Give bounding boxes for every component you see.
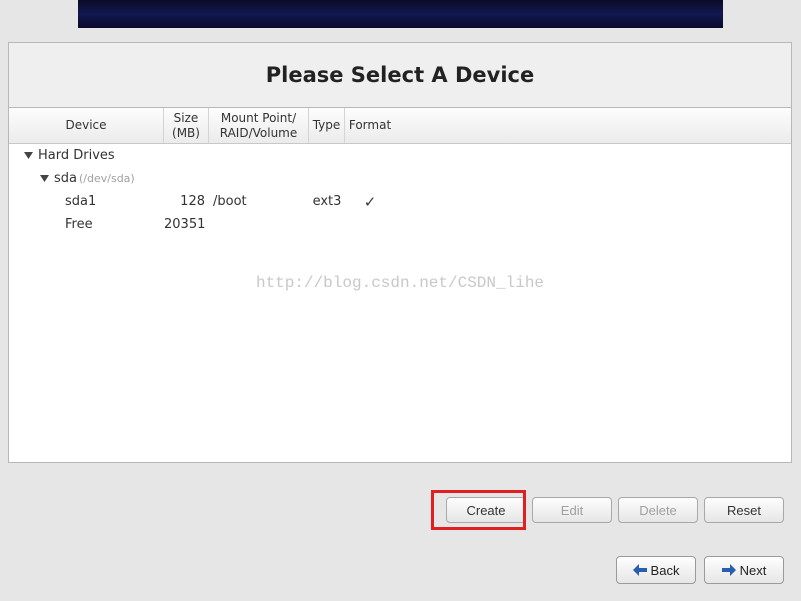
expander-icon[interactable] [23, 150, 34, 161]
delete-button: Delete [618, 497, 698, 523]
partition-mount: /boot [209, 194, 309, 209]
col-device[interactable]: Device [9, 108, 164, 143]
nav-row: Back Next [8, 556, 792, 584]
col-format[interactable]: Format [345, 108, 395, 143]
watermark-text: http://blog.csdn.net/CSDN_lihe [9, 274, 791, 292]
expander-icon[interactable] [39, 173, 50, 184]
back-label: Back [651, 563, 680, 578]
tree-row-hard-drives[interactable]: Hard Drives [9, 144, 791, 167]
table-body: Hard Drives sda (/dev/sda) sda1 128 /boo… [9, 144, 791, 462]
partition-type: ext3 [309, 194, 345, 209]
partition-format: ✓ [345, 193, 395, 211]
tree-row-free[interactable]: Free 20351 [9, 213, 791, 236]
device-table: Device Size (MB) Mount Point/ RAID/Volum… [9, 108, 791, 462]
reset-button[interactable]: Reset [704, 497, 784, 523]
table-header: Device Size (MB) Mount Point/ RAID/Volum… [9, 108, 791, 144]
installer-banner [78, 0, 723, 28]
tree-label: sda [54, 171, 77, 186]
create-button[interactable]: Create [446, 497, 526, 523]
tree-row-sda[interactable]: sda (/dev/sda) [9, 167, 791, 190]
partition-name: sda1 [65, 194, 96, 209]
page-title: Please Select A Device [9, 63, 791, 87]
arrow-left-icon [633, 564, 647, 576]
back-button[interactable]: Back [616, 556, 696, 584]
title-bar: Please Select A Device [9, 43, 791, 108]
action-button-row: Create Edit Delete Reset [8, 497, 792, 523]
free-size: 20351 [164, 217, 209, 232]
col-mount[interactable]: Mount Point/ RAID/Volume [209, 108, 309, 143]
tree-row-sda1[interactable]: sda1 128 /boot ext3 ✓ [9, 190, 791, 213]
next-button[interactable]: Next [704, 556, 784, 584]
partition-size: 128 [164, 194, 209, 209]
next-label: Next [740, 563, 767, 578]
arrow-right-icon [722, 564, 736, 576]
device-path: (/dev/sda) [79, 172, 135, 185]
device-panel: Please Select A Device Device Size (MB) … [8, 42, 792, 463]
col-type[interactable]: Type [309, 108, 345, 143]
checkmark-icon: ✓ [364, 193, 377, 211]
tree-label: Hard Drives [38, 148, 115, 163]
col-size[interactable]: Size (MB) [164, 108, 209, 143]
edit-button: Edit [532, 497, 612, 523]
free-label: Free [65, 217, 93, 232]
